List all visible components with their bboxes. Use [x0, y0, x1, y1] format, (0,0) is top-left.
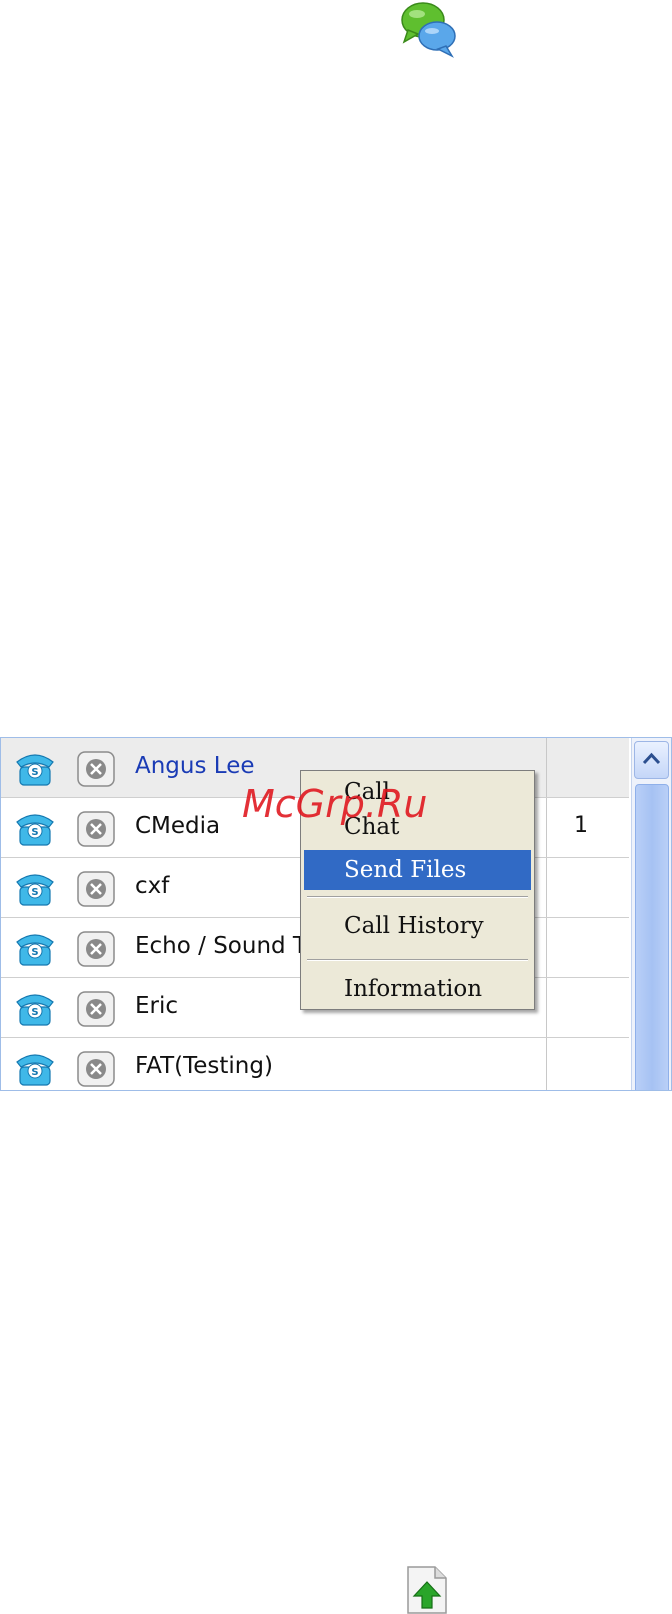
block-contact-icon[interactable] — [77, 931, 115, 967]
contact-name: CMedia — [135, 813, 221, 839]
column-divider — [546, 1038, 547, 1090]
contact-count: 1 — [574, 813, 588, 838]
svg-text:S: S — [31, 1067, 38, 1078]
scroll-up-button[interactable] — [634, 741, 669, 779]
vertical-scrollbar[interactable] — [631, 738, 671, 1090]
chevron-up-icon — [642, 752, 661, 765]
svg-text:S: S — [31, 1007, 38, 1018]
block-contact-icon[interactable] — [77, 811, 115, 847]
block-contact-icon[interactable] — [77, 871, 115, 907]
skype-phone-icon[interactable]: S — [12, 810, 58, 848]
watermark-text: McGrp.Ru — [242, 782, 428, 826]
upload-file-icon[interactable] — [405, 1566, 449, 1614]
contact-row-fat-testing[interactable]: S FAT(Testing) — [1, 1038, 629, 1090]
column-divider — [546, 798, 547, 857]
block-contact-icon[interactable] — [77, 1051, 115, 1087]
skype-phone-icon[interactable]: S — [12, 990, 58, 1028]
column-divider — [546, 918, 547, 977]
contact-name: Eric — [135, 993, 179, 1019]
menu-item-send-files[interactable]: Send Files — [304, 850, 531, 890]
contact-name: Angus Lee — [135, 753, 255, 779]
skype-phone-icon[interactable]: S — [12, 870, 58, 908]
scroll-thumb[interactable] — [635, 784, 669, 1090]
menu-item-information[interactable]: Information — [304, 969, 531, 1009]
contact-name: FAT(Testing) — [135, 1053, 273, 1079]
menu-separator — [307, 896, 528, 898]
skype-phone-icon[interactable]: S — [12, 1050, 58, 1088]
svg-text:S: S — [31, 827, 38, 838]
column-divider — [546, 738, 547, 797]
svg-text:S: S — [31, 947, 38, 958]
column-divider — [546, 978, 547, 1037]
menu-item-call-history[interactable]: Call History — [304, 906, 531, 946]
skype-phone-icon[interactable]: S — [12, 930, 58, 968]
column-divider — [546, 858, 547, 917]
skype-phone-icon[interactable]: S — [12, 750, 58, 788]
chat-bubbles-icon[interactable] — [398, 0, 458, 58]
contact-name: cxf — [135, 873, 170, 899]
svg-text:S: S — [31, 767, 38, 778]
block-contact-icon[interactable] — [77, 991, 115, 1027]
contact-name: Echo / Sound T — [135, 933, 307, 959]
block-contact-icon[interactable] — [77, 751, 115, 787]
menu-separator — [307, 959, 528, 961]
svg-text:S: S — [31, 887, 38, 898]
